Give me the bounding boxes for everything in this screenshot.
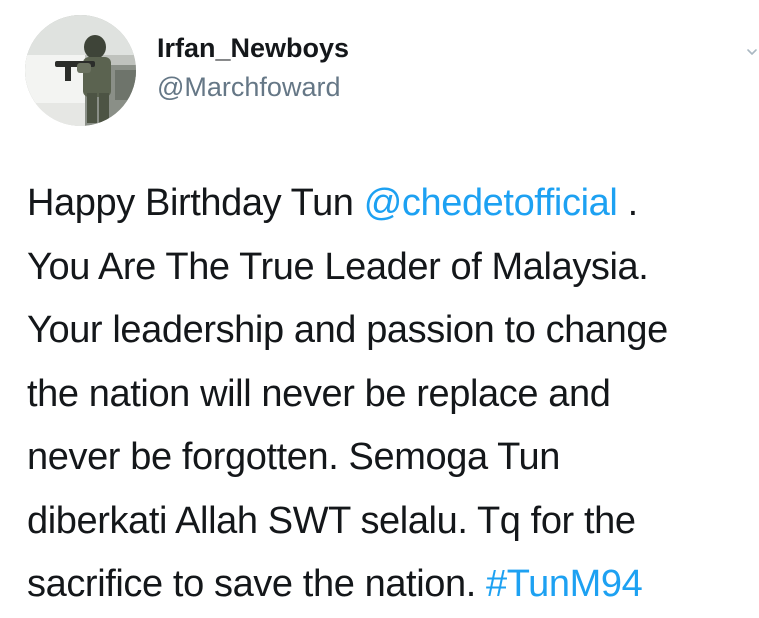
text-segment: sacrifice to save the nation. — [27, 563, 487, 605]
chevron-down-icon[interactable] — [745, 45, 759, 59]
hashtag-link[interactable]: #TunM94 — [486, 563, 643, 605]
author-display-name[interactable]: Irfan_Newboys — [157, 31, 349, 65]
tweet-line: the nation will never be replace and — [27, 372, 611, 415]
tweet-text: Happy Birthday Tun @chedetofficial . You… — [27, 172, 755, 617]
text-segment: . — [617, 182, 639, 224]
tweet-line: Your leadership and passion to change — [27, 309, 668, 351]
tweet-line: never be forgotten. Semoga Tun — [27, 436, 561, 478]
text-segment: Happy Birthday Tun — [27, 182, 364, 224]
mention-link[interactable]: @chedetofficial — [364, 182, 618, 224]
tweet-line: sacrifice to save the nation. #TunM94 — [27, 553, 755, 617]
author-handle[interactable]: @Marchfoward — [157, 70, 349, 104]
tweet-card: Irfan_Newboys @Marchfoward Happy Birthda… — [0, 0, 759, 618]
avatar-photo-icon — [25, 15, 136, 126]
tweet-line: You Are The True Leader of Malaysia. — [27, 245, 649, 288]
tweet-line: diberkati Allah SWT selalu. Tq for the — [27, 499, 636, 542]
author-block[interactable]: Irfan_Newboys @Marchfoward — [157, 31, 349, 104]
tweet-line: Happy Birthday Tun @chedetofficial . — [27, 172, 755, 236]
avatar[interactable] — [25, 15, 136, 126]
